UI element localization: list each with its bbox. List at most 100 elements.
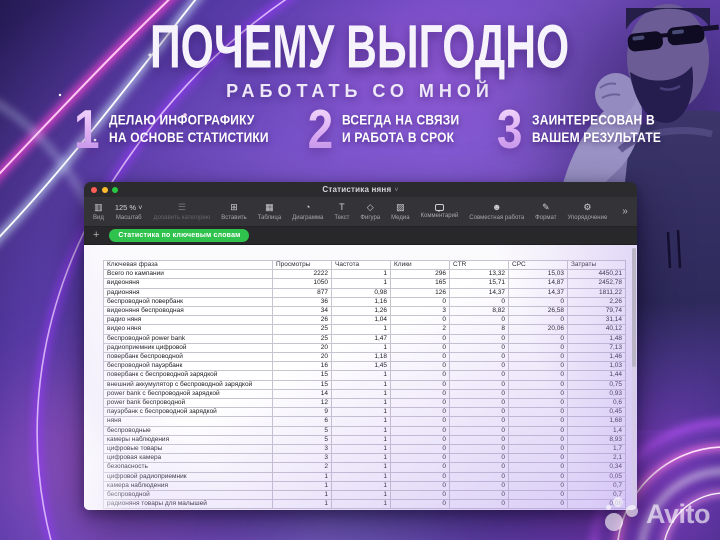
value-cell[interactable]: 0 [390, 499, 450, 510]
value-cell[interactable]: 0 [390, 370, 450, 381]
value-cell[interactable]: 13,32 [449, 269, 509, 280]
value-cell[interactable]: 0 [390, 361, 450, 372]
column-header[interactable]: Ключевая фраза [103, 259, 273, 271]
value-cell[interactable]: 0 [390, 490, 450, 501]
value-cell[interactable]: 20 [272, 342, 332, 354]
value-cell[interactable]: 79,74 [567, 306, 626, 317]
value-cell[interactable]: 0 [508, 315, 568, 326]
value-cell[interactable]: 1 [331, 324, 391, 335]
value-cell[interactable]: 0 [508, 361, 568, 372]
value-cell[interactable]: 0 [390, 480, 450, 492]
value-cell[interactable]: 0 [508, 342, 568, 354]
zoom-level-control[interactable]: 125 % ˅ [115, 203, 143, 213]
toolbar-item-zoom[interactable]: 125 % ˅ Масштаб [115, 203, 143, 221]
value-cell[interactable]: 6 [272, 416, 332, 427]
value-cell[interactable]: 0 [508, 333, 568, 344]
value-cell[interactable]: 16 [272, 361, 332, 372]
value-cell[interactable]: 0 [449, 407, 509, 418]
column-header[interactable]: CPC [508, 259, 568, 271]
keyword-cell[interactable]: беспроводной power bank [103, 333, 273, 344]
value-cell[interactable]: 0 [390, 434, 450, 446]
value-cell[interactable]: 0 [390, 296, 450, 308]
value-cell[interactable]: 0 [449, 352, 509, 363]
value-cell[interactable]: 1 [331, 370, 391, 381]
value-cell[interactable]: 0 [508, 471, 568, 482]
value-cell[interactable]: 1,47 [331, 333, 391, 344]
value-cell[interactable]: 0 [508, 453, 568, 464]
value-cell[interactable]: 14,87 [508, 278, 568, 289]
value-cell[interactable]: 0 [390, 453, 450, 464]
value-cell[interactable]: 40,12 [567, 324, 626, 335]
title-chevron-icon[interactable]: ˅ [394, 187, 398, 194]
value-cell[interactable]: 0,93 [567, 388, 626, 400]
value-cell[interactable]: 0 [508, 407, 568, 418]
value-cell[interactable]: 12 [272, 398, 332, 409]
value-cell[interactable]: 8,93 [567, 434, 626, 446]
value-cell[interactable]: 14,37 [508, 287, 568, 298]
toolbar-item-table[interactable]: ▦ Таблица [258, 202, 282, 221]
value-cell[interactable]: 1 [331, 398, 391, 409]
scrollbar-thumb[interactable] [632, 248, 636, 368]
value-cell[interactable]: 0 [449, 434, 509, 446]
keyword-cell[interactable]: пауэрбанк с беспроводной зарядкой [103, 407, 273, 418]
value-cell[interactable]: 0,34 [567, 462, 626, 473]
value-cell[interactable]: 0 [390, 462, 450, 473]
keyword-cell[interactable]: видео няня [103, 324, 273, 335]
value-cell[interactable]: 14 [272, 388, 332, 400]
value-cell[interactable]: 5 [272, 425, 332, 436]
value-cell[interactable]: 26 [272, 315, 332, 326]
value-cell[interactable]: 1 [331, 462, 391, 473]
keyword-cell[interactable]: повербанк беспроводной [103, 352, 273, 363]
value-cell[interactable]: 877 [272, 287, 332, 298]
value-cell[interactable]: 0,6 [567, 398, 626, 409]
value-cell[interactable]: 0 [449, 471, 509, 482]
window-titlebar[interactable]: Статистика няня ˅ [84, 182, 637, 197]
value-cell[interactable]: 1 [272, 480, 332, 492]
value-cell[interactable]: 0 [390, 352, 450, 363]
value-cell[interactable]: 31,14 [567, 315, 626, 326]
value-cell[interactable]: 8,82 [449, 306, 509, 317]
column-header[interactable]: Клики [390, 259, 450, 271]
value-cell[interactable]: 25 [272, 333, 332, 344]
value-cell[interactable]: 0 [449, 315, 509, 326]
keyword-cell[interactable]: няня [103, 416, 273, 427]
value-cell[interactable]: 0 [508, 462, 568, 473]
column-header[interactable]: Затраты [567, 259, 626, 271]
spreadsheet-canvas[interactable]: Ключевая фраза Просмотры Частота Клики CTR CP… [84, 245, 637, 510]
value-cell[interactable]: 1,04 [331, 315, 391, 326]
value-cell[interactable]: 1 [331, 480, 391, 492]
keyword-cell[interactable]: видеоняня [103, 278, 273, 289]
value-cell[interactable]: 0,45 [567, 407, 626, 418]
value-cell[interactable]: 1 [331, 342, 391, 354]
keyword-cell[interactable]: камера наблюдения [103, 480, 273, 492]
close-button[interactable] [91, 186, 97, 193]
keyword-cell[interactable]: внешний аккумулятор с беспроводной заряд… [103, 379, 273, 390]
keyword-cell[interactable]: радионяня товары для малышей [103, 499, 273, 510]
value-cell[interactable]: 0 [449, 462, 509, 473]
value-cell[interactable]: 0 [508, 370, 568, 381]
value-cell[interactable]: 0,05 [567, 471, 626, 482]
toolbar-item-text[interactable]: T Текст [334, 202, 349, 221]
keyword-cell[interactable]: радиоприемник цифровой [103, 342, 273, 354]
value-cell[interactable]: 0 [449, 425, 509, 436]
value-cell[interactable]: 1 [331, 269, 391, 280]
value-cell[interactable]: 1 [331, 453, 391, 464]
value-cell[interactable]: 0 [508, 444, 568, 455]
keyword-cell[interactable]: цифровая камера [103, 453, 273, 464]
value-cell[interactable]: 2452,78 [567, 278, 626, 289]
value-cell[interactable]: 0 [508, 434, 568, 446]
keyword-cell[interactable]: видеоняня беспроводная [103, 306, 273, 317]
toolbar-item-collaboration[interactable]: ☻ Совместная работа [469, 202, 524, 221]
toolbar-item-format[interactable]: ✎ Формат [535, 202, 556, 221]
value-cell[interactable]: 1050 [272, 278, 332, 289]
value-cell[interactable]: 15,03 [508, 269, 568, 280]
toolbar-item-view[interactable]: ▥ Вид [93, 202, 104, 221]
value-cell[interactable]: 25 [272, 324, 332, 335]
value-cell[interactable]: 1 [331, 416, 391, 427]
keyword-cell[interactable]: power bank с беспроводной зарядкой [103, 388, 273, 400]
value-cell[interactable]: 0 [449, 379, 509, 390]
value-cell[interactable]: 5 [272, 434, 332, 446]
value-cell[interactable]: 0 [508, 296, 568, 308]
sheet-tab-active[interactable]: Статистика по ключевым словам [109, 229, 250, 242]
value-cell[interactable]: 165 [390, 278, 450, 289]
